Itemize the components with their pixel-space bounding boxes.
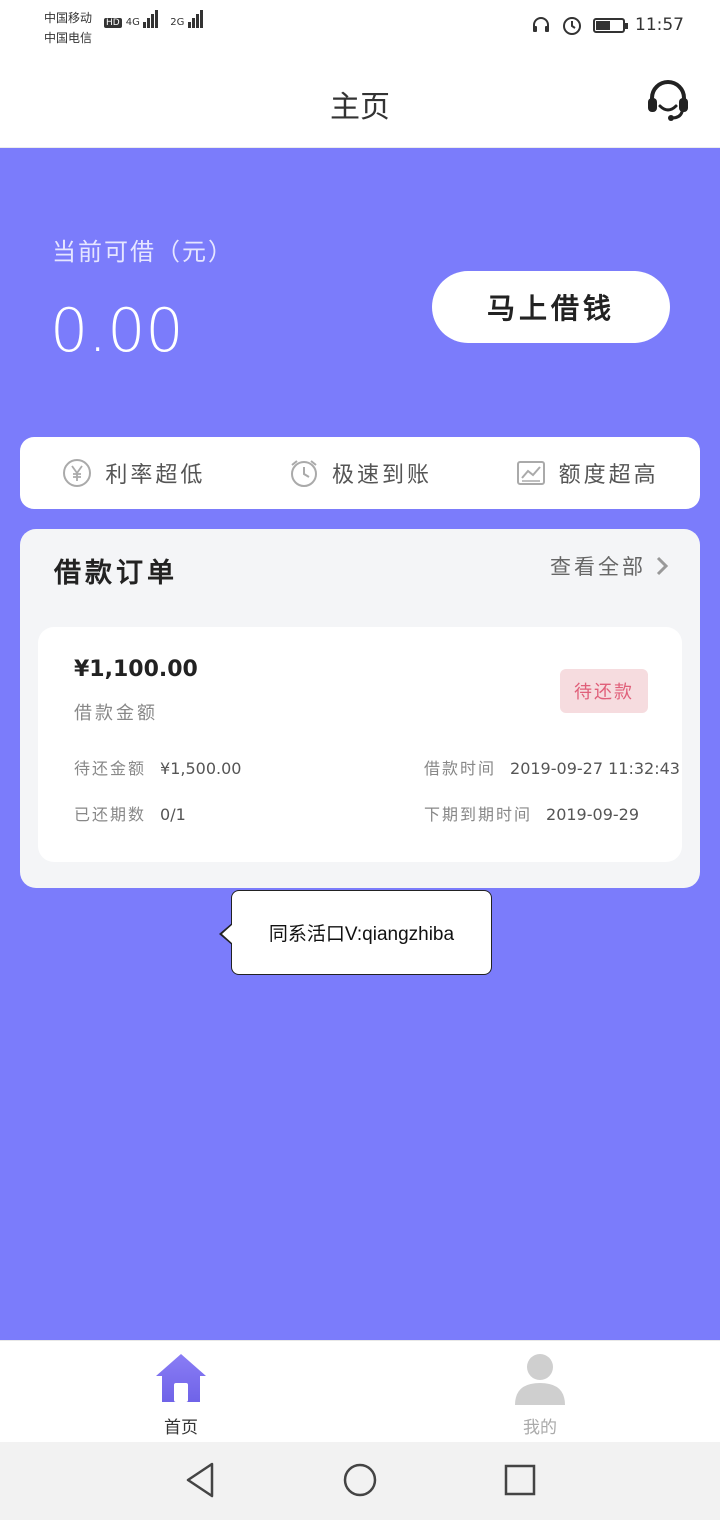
status-badge: 待还款 <box>560 669 648 713</box>
home-nav-icon[interactable] <box>340 1460 380 1500</box>
signal-indicators: HD 4G 2G <box>104 10 204 28</box>
tab-home-label: 首页 <box>164 1418 198 1438</box>
feature-label: 额度超高 <box>558 463 659 488</box>
signal-bars-icon <box>143 10 159 28</box>
balance-label: 当前可借（元） <box>52 238 234 266</box>
next-due-label: 下期到期时间 <box>424 805 533 824</box>
tab-me[interactable]: 我的 <box>480 1349 600 1441</box>
status-bar: 中国移动 中国电信 HD 4G 2G 11:57 <box>0 0 720 52</box>
back-icon[interactable] <box>180 1460 220 1500</box>
pending-amount-row: 待还金额 ¥1,500.00 <box>74 755 241 779</box>
chart-icon <box>516 461 545 485</box>
orders-title: 借款订单 <box>54 558 178 589</box>
pending-amount-label: 待还金额 <box>74 759 147 778</box>
bottom-tab-bar: 首页 我的 <box>0 1340 720 1442</box>
status-right: 11:57 <box>531 14 684 36</box>
tooltip-overlay: 同系活口V:qiangzhiba <box>219 890 492 975</box>
paid-periods-row: 已还期数 0/1 <box>74 801 186 825</box>
tab-home[interactable]: 首页 <box>121 1349 241 1441</box>
user-icon <box>515 1354 565 1405</box>
pending-amount-value: ¥1,500.00 <box>160 759 242 778</box>
page-title: 主页 <box>330 90 390 125</box>
features-strip: 利率超低 极速到账 额度超高 <box>20 437 700 509</box>
customer-service-icon[interactable] <box>644 76 692 124</box>
net-type-1: 4G <box>125 17 140 28</box>
feature-fast-payout: 极速到账 <box>288 457 432 489</box>
chevron-right-icon <box>656 556 669 576</box>
clock-time: 11:57 <box>635 15 684 35</box>
borrow-now-button[interactable]: 马上借钱 <box>432 271 670 343</box>
system-nav-bar <box>0 1442 720 1520</box>
tooltip-text: 同系活口V:qiangzhiba <box>268 924 455 945</box>
next-due-value: 2019-09-29 <box>546 805 639 824</box>
order-amount-label: 借款金额 <box>74 703 158 724</box>
battery-icon <box>593 17 628 33</box>
order-card[interactable]: ¥1,100.00 借款金额 待还款 待还金额 ¥1,500.00 借款时间 201… <box>38 627 682 862</box>
feature-label: 利率超低 <box>105 463 206 488</box>
feature-label: 极速到账 <box>331 463 432 488</box>
feature-high-limit: 额度超高 <box>515 457 659 489</box>
clock-icon <box>290 460 317 487</box>
order-amount: ¥1,100.00 <box>74 657 198 682</box>
alarm-icon <box>563 17 581 35</box>
title-bar: 主页 <box>0 52 720 148</box>
next-due-row: 下期到期时间 2019-09-29 <box>424 801 639 825</box>
loan-time-label: 借款时间 <box>424 759 497 778</box>
carrier-labels: 中国移动 中国电信 <box>44 8 92 48</box>
paid-periods-label: 已还期数 <box>74 805 147 824</box>
loan-time-row: 借款时间 2019-09-27 11:32:43 <box>424 755 680 779</box>
loan-time-value: 2019-09-27 11:32:43 <box>510 759 680 778</box>
hd-badge: HD <box>104 18 122 28</box>
loan-orders-panel: 借款订单 查看全部 ¥1,100.00 借款金额 待还款 待还金额 ¥1,500.… <box>20 529 700 888</box>
view-all-label: 查看全部 <box>550 555 646 579</box>
view-all-link[interactable]: 查看全部 <box>550 551 670 581</box>
feature-low-rate: 利率超低 <box>61 457 205 489</box>
balance-value: 0.00 <box>50 296 184 366</box>
headphones-icon <box>533 17 549 32</box>
yen-circle-icon <box>63 459 92 487</box>
net-type-2: 2G <box>170 17 185 28</box>
paid-periods-value: 0/1 <box>160 805 186 824</box>
signal-bars-icon <box>187 10 204 28</box>
recents-icon[interactable] <box>500 1460 540 1500</box>
home-icon <box>156 1354 206 1402</box>
carrier-1: 中国移动 <box>44 11 93 25</box>
carrier-2: 中国电信 <box>44 31 93 45</box>
tab-me-label: 我的 <box>523 1418 557 1438</box>
